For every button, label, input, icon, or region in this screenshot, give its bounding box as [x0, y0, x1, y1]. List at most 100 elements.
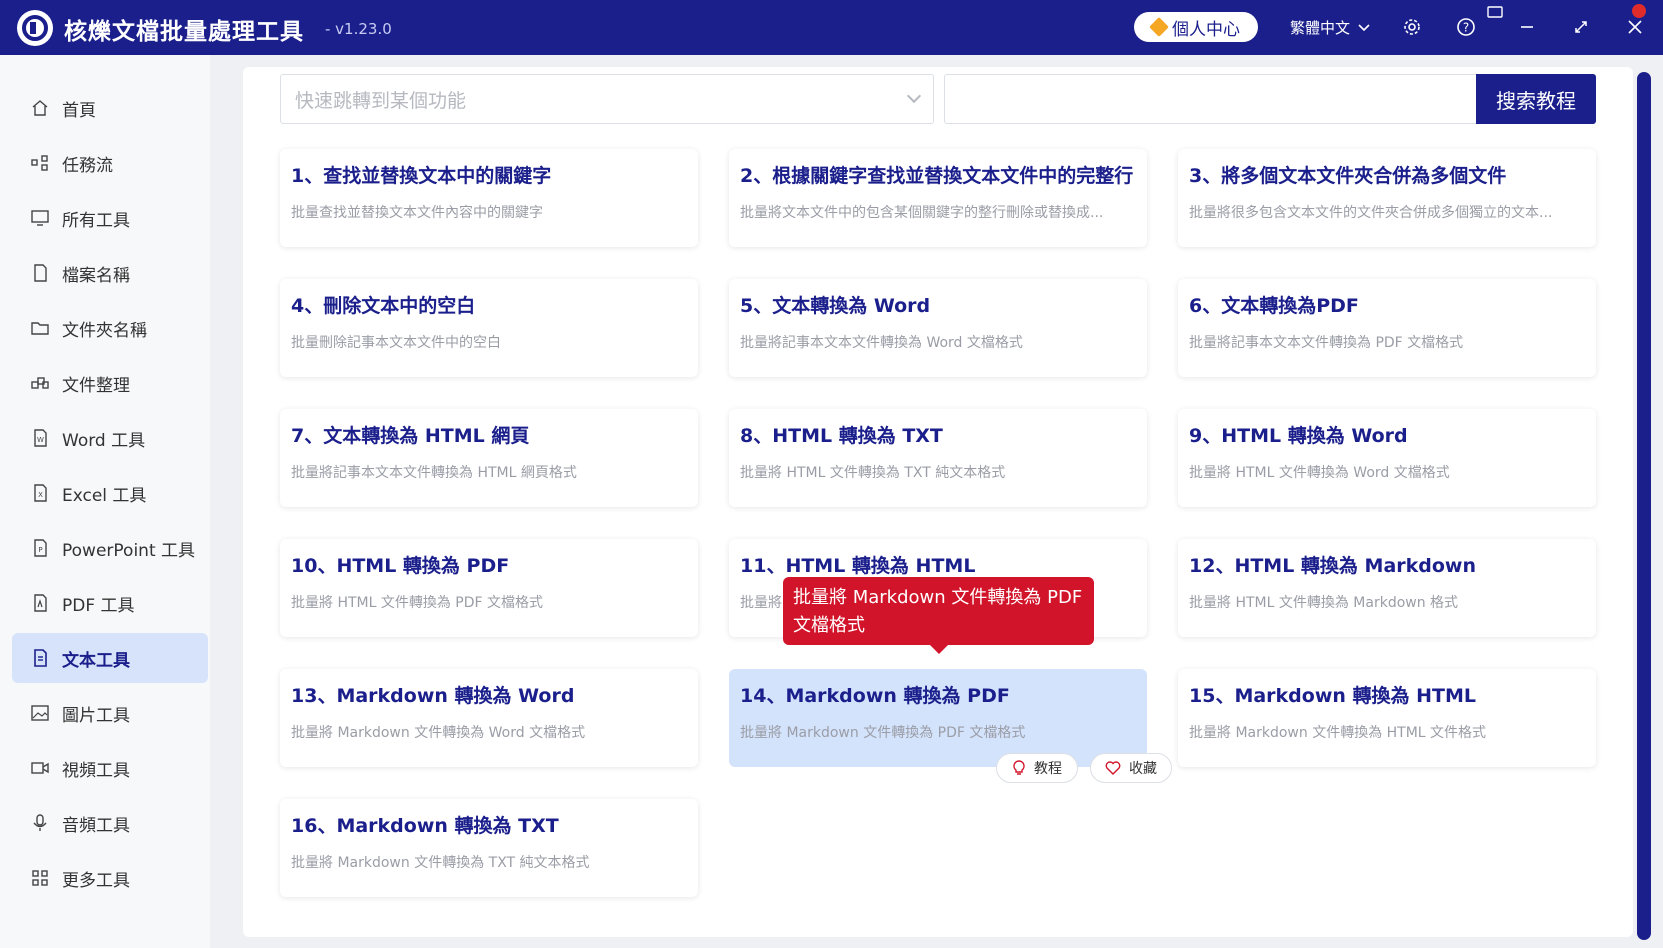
- tool-card-title: 7、文本轉換為 HTML 網頁: [291, 425, 530, 447]
- tool-card[interactable]: 6、文本轉換為PDF 批量將記事本文本文件轉換為 PDF 文檔格式: [1178, 279, 1596, 377]
- tool-card-desc: 批量將記事本文本文件轉換為 PDF 文檔格式: [1189, 335, 1464, 351]
- tool-card-title: 8、HTML 轉換為 TXT: [740, 425, 943, 447]
- tool-card[interactable]: 8、HTML 轉換為 TXT 批量將 HTML 文件轉換為 TXT 純文本格式: [729, 409, 1147, 507]
- tool-card-desc: 批量將文本文件中的包含某個關鍵字的整行刪除或替換成...: [740, 205, 1104, 221]
- tool-card-title: 12、HTML 轉換為 Markdown: [1189, 555, 1477, 577]
- sidebar-item-more-tools[interactable]: 更多工具: [12, 853, 208, 903]
- tool-card[interactable]: 2、根據關鍵字查找並替換文本文件中的完整行 批量將文本文件中的包含某個關鍵字的整…: [729, 149, 1147, 247]
- tool-card-desc: 批量將 HTML 文件轉換為 PDF 文檔格式: [291, 595, 544, 611]
- tool-card-title: 6、文本轉換為PDF: [1189, 295, 1359, 317]
- card-tooltip: 批量將 Markdown 文件轉換為 PDF 文檔格式: [783, 577, 1094, 645]
- personal-center-label: 個人中心: [1172, 19, 1240, 40]
- sidebar-item-file-name[interactable]: 檔案名稱: [12, 248, 208, 298]
- tool-card-hovered[interactable]: 14、Markdown 轉換為 PDF 批量將 Markdown 文件轉換為 P…: [729, 669, 1147, 767]
- sidebar-item-excel-tools[interactable]: X Excel 工具: [12, 468, 208, 518]
- tool-card[interactable]: 13、Markdown 轉換為 Word 批量將 Markdown 文件轉換為 …: [280, 669, 698, 767]
- microphone-icon: [30, 813, 50, 833]
- tool-card[interactable]: 3、將多個文本文件夾合併為多個文件 批量將很多包含文本文件的文件夾合併成多個獨立…: [1178, 149, 1596, 247]
- tool-card-title: 16、Markdown 轉換為 TXT: [291, 815, 559, 837]
- grid-icon: [30, 868, 50, 888]
- sidebar-item-video-tools[interactable]: 視頻工具: [12, 743, 208, 793]
- minimize-icon[interactable]: [1514, 14, 1540, 40]
- sidebar-item-audio-tools[interactable]: 音頻工具: [12, 798, 208, 848]
- tool-card-title: 4、刪除文本中的空白: [291, 295, 476, 317]
- diamond-icon: [1149, 17, 1169, 37]
- close-icon[interactable]: [1622, 14, 1648, 40]
- monitor-icon: [30, 208, 50, 228]
- tutorial-search-input[interactable]: [944, 74, 1476, 124]
- tool-card-desc: 批量將 Markdown 文件轉換為 HTML 文件格式: [1189, 725, 1487, 741]
- folder-icon: [30, 318, 50, 338]
- chevron-down-icon: [906, 88, 922, 104]
- maximize-icon[interactable]: [1568, 14, 1594, 40]
- tool-card[interactable]: 10、HTML 轉換為 PDF 批量將 HTML 文件轉換為 PDF 文檔格式: [280, 539, 698, 637]
- home-icon: [30, 98, 50, 118]
- tool-card-title: 13、Markdown 轉換為 Word: [291, 685, 575, 707]
- sidebar-item-all-tools[interactable]: 所有工具: [12, 193, 208, 243]
- favorite-label: 收藏: [1129, 761, 1157, 777]
- tool-card-desc: 批量刪除記事本文本文件中的空白: [291, 335, 501, 351]
- sidebar-item-label: 任務流: [62, 155, 113, 176]
- sidebar: 首頁 任務流 所有工具 檔案名稱 文件夾名稱 文件整理 W Word 工具 X …: [0, 55, 210, 948]
- language-label: 繁體中文: [1290, 19, 1351, 37]
- tool-card-title: 10、HTML 轉換為 PDF: [291, 555, 510, 577]
- tool-card[interactable]: 1、查找並替換文本中的關鍵字 批量查找並替換文本文件內容中的關鍵字: [280, 149, 698, 247]
- tool-card-desc: 批量查找並替換文本文件內容中的關鍵字: [291, 205, 543, 221]
- tool-card-desc: 批量將 HTML 文件轉換為 Word 文檔格式: [1189, 465, 1450, 481]
- tool-card-desc: 批量將 HTML 文件轉換為 Markdown 格式: [1189, 595, 1459, 611]
- sidebar-item-image-tools[interactable]: 圖片工具: [12, 688, 208, 738]
- tool-card[interactable]: 4、刪除文本中的空白 批量刪除記事本文本文件中的空白: [280, 279, 698, 377]
- tool-card-desc: 批量將記事本文本文件轉換為 Word 文檔格式: [740, 335, 1023, 351]
- tool-card[interactable]: 15、Markdown 轉換為 HTML 批量將 Markdown 文件轉換為 …: [1178, 669, 1596, 767]
- sidebar-item-label: 文件夾名稱: [62, 320, 147, 341]
- personal-center-button[interactable]: 個人中心: [1134, 12, 1258, 42]
- app-version: - v1.23.0: [325, 20, 392, 38]
- pdf-icon: [30, 593, 50, 613]
- tool-card[interactable]: 9、HTML 轉換為 Word 批量將 HTML 文件轉換為 Word 文檔格式: [1178, 409, 1596, 507]
- tool-card-desc: 批量將 Markdown 文件轉換為 Word 文檔格式: [291, 725, 586, 741]
- language-select[interactable]: 繁體中文: [1290, 17, 1370, 38]
- sidebar-item-label: 所有工具: [62, 210, 130, 231]
- excel-icon: X: [30, 483, 50, 503]
- tutorial-button[interactable]: 教程: [996, 753, 1078, 783]
- word-icon: W: [30, 428, 50, 448]
- sidebar-item-label: PDF 工具: [62, 595, 135, 616]
- app-logo-icon: [17, 10, 53, 46]
- scrollbar[interactable]: [1637, 72, 1651, 940]
- tool-card-title: 1、查找並替換文本中的關鍵字: [291, 165, 552, 187]
- quick-jump-select[interactable]: 快速跳轉到某個功能: [280, 74, 934, 124]
- sidebar-item-label: 文件整理: [62, 375, 130, 396]
- notification-badge: [1632, 4, 1646, 18]
- message-icon[interactable]: [1486, 4, 1504, 22]
- tool-card-title: 3、將多個文本文件夾合併為多個文件: [1189, 165, 1507, 187]
- sidebar-item-label: Word 工具: [62, 430, 146, 451]
- sidebar-item-label: Excel 工具: [62, 485, 147, 506]
- sidebar-item-label: 更多工具: [62, 870, 130, 891]
- search-tutorial-button[interactable]: 搜索教程: [1476, 74, 1596, 124]
- tool-card[interactable]: 5、文本轉換為 Word 批量將記事本文本文件轉換為 Word 文檔格式: [729, 279, 1147, 377]
- favorite-button[interactable]: 收藏: [1090, 753, 1172, 783]
- sidebar-item-folder-name[interactable]: 文件夾名稱: [12, 303, 208, 353]
- tool-card-desc: 批量將 Markdown 文件轉換為 PDF 文檔格式: [740, 725, 1026, 741]
- sidebar-item-text-tools[interactable]: 文本工具: [12, 633, 208, 683]
- workflow-icon: [30, 153, 50, 173]
- settings-gear-icon[interactable]: [1399, 14, 1425, 40]
- help-icon[interactable]: ?: [1453, 14, 1479, 40]
- tool-card[interactable]: 12、HTML 轉換為 Markdown 批量將 HTML 文件轉換為 Mark…: [1178, 539, 1596, 637]
- sidebar-item-home[interactable]: 首頁: [12, 83, 208, 133]
- quick-jump-placeholder: 快速跳轉到某個功能: [295, 89, 467, 112]
- sidebar-item-powerpoint-tools[interactable]: P PowerPoint 工具: [12, 523, 208, 573]
- tool-card[interactable]: 7、文本轉換為 HTML 網頁 批量將記事本文本文件轉換為 HTML 網頁格式: [280, 409, 698, 507]
- sidebar-item-workflow[interactable]: 任務流: [12, 138, 208, 188]
- title-bar: 核爍文檔批量處理工具 - v1.23.0 個人中心 繁體中文 ?: [0, 0, 1663, 55]
- tool-card-title: 9、HTML 轉換為 Word: [1189, 425, 1408, 447]
- image-icon: [30, 703, 50, 723]
- sidebar-item-label: 文本工具: [62, 650, 130, 671]
- sidebar-item-label: 音頻工具: [62, 815, 130, 836]
- app-title: 核爍文檔批量處理工具: [64, 19, 304, 45]
- sidebar-item-word-tools[interactable]: W Word 工具: [12, 413, 208, 463]
- tool-card[interactable]: 16、Markdown 轉換為 TXT 批量將 Markdown 文件轉換為 T…: [280, 799, 698, 897]
- lightbulb-icon: [1013, 760, 1025, 775]
- sidebar-item-file-organize[interactable]: 文件整理: [12, 358, 208, 408]
- sidebar-item-pdf-tools[interactable]: PDF 工具: [12, 578, 208, 628]
